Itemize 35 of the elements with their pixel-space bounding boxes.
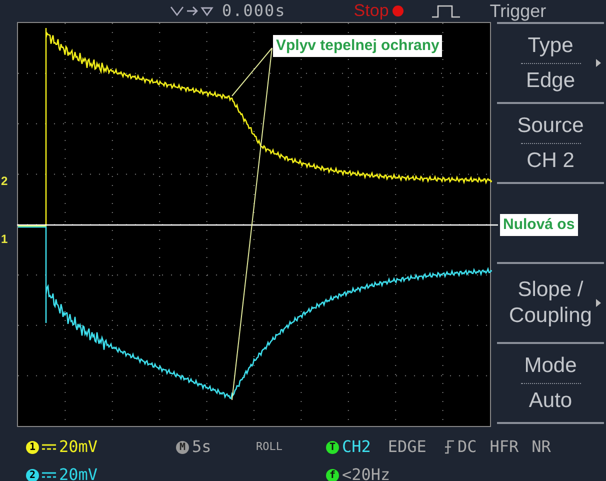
- channel-badge: 1: [26, 440, 39, 454]
- dc-coupling-icon: [42, 471, 56, 479]
- trigger-type: EDGE: [388, 436, 426, 458]
- trigger-source: CH2: [342, 436, 371, 458]
- menu-label[interactable]: Slope / Coupling: [506, 277, 594, 329]
- pulse-icon: [432, 3, 460, 19]
- stop-dot-icon: [392, 5, 404, 17]
- timebase-badge: M: [176, 440, 189, 454]
- dc-coupling-icon: [42, 443, 56, 451]
- annotation-label: Vplyv tepelnej ochrany: [273, 35, 442, 57]
- menu-value[interactable]: Auto: [528, 388, 572, 414]
- acquisition-mode: ROLL: [256, 438, 284, 455]
- menu-label: Type: [528, 32, 574, 58]
- run-state: Stop: [354, 0, 389, 22]
- channel-badge: 2: [26, 468, 39, 481]
- channel-marker: 1: [1, 231, 8, 248]
- annotation-label: Nulová os: [500, 214, 578, 236]
- menu-value[interactable]: Edge: [526, 68, 576, 94]
- menu-label: Mode: [524, 352, 577, 378]
- trigger-option: NR: [532, 435, 551, 459]
- trigger-badge: T: [326, 440, 339, 454]
- menu-value[interactable]: CH 2: [526, 148, 574, 174]
- timebase-value: 5s: [192, 436, 212, 458]
- trigger-frequency: <20Hz: [342, 464, 390, 481]
- channel-scale: 20mV: [59, 464, 98, 481]
- trigger-option: HFR: [490, 435, 519, 459]
- trigger-position-icon: [170, 5, 214, 17]
- channel-scale: 20mV: [59, 436, 98, 458]
- trigger-position: 0.000s: [222, 0, 286, 22]
- menu-title: Trigger: [490, 0, 546, 23]
- trigger-coupling: DC: [457, 436, 477, 458]
- menu-label: Source: [517, 112, 584, 138]
- channel-marker: 2: [1, 173, 8, 190]
- frequency-badge: f: [326, 468, 339, 481]
- rising-edge-icon: [445, 440, 454, 454]
